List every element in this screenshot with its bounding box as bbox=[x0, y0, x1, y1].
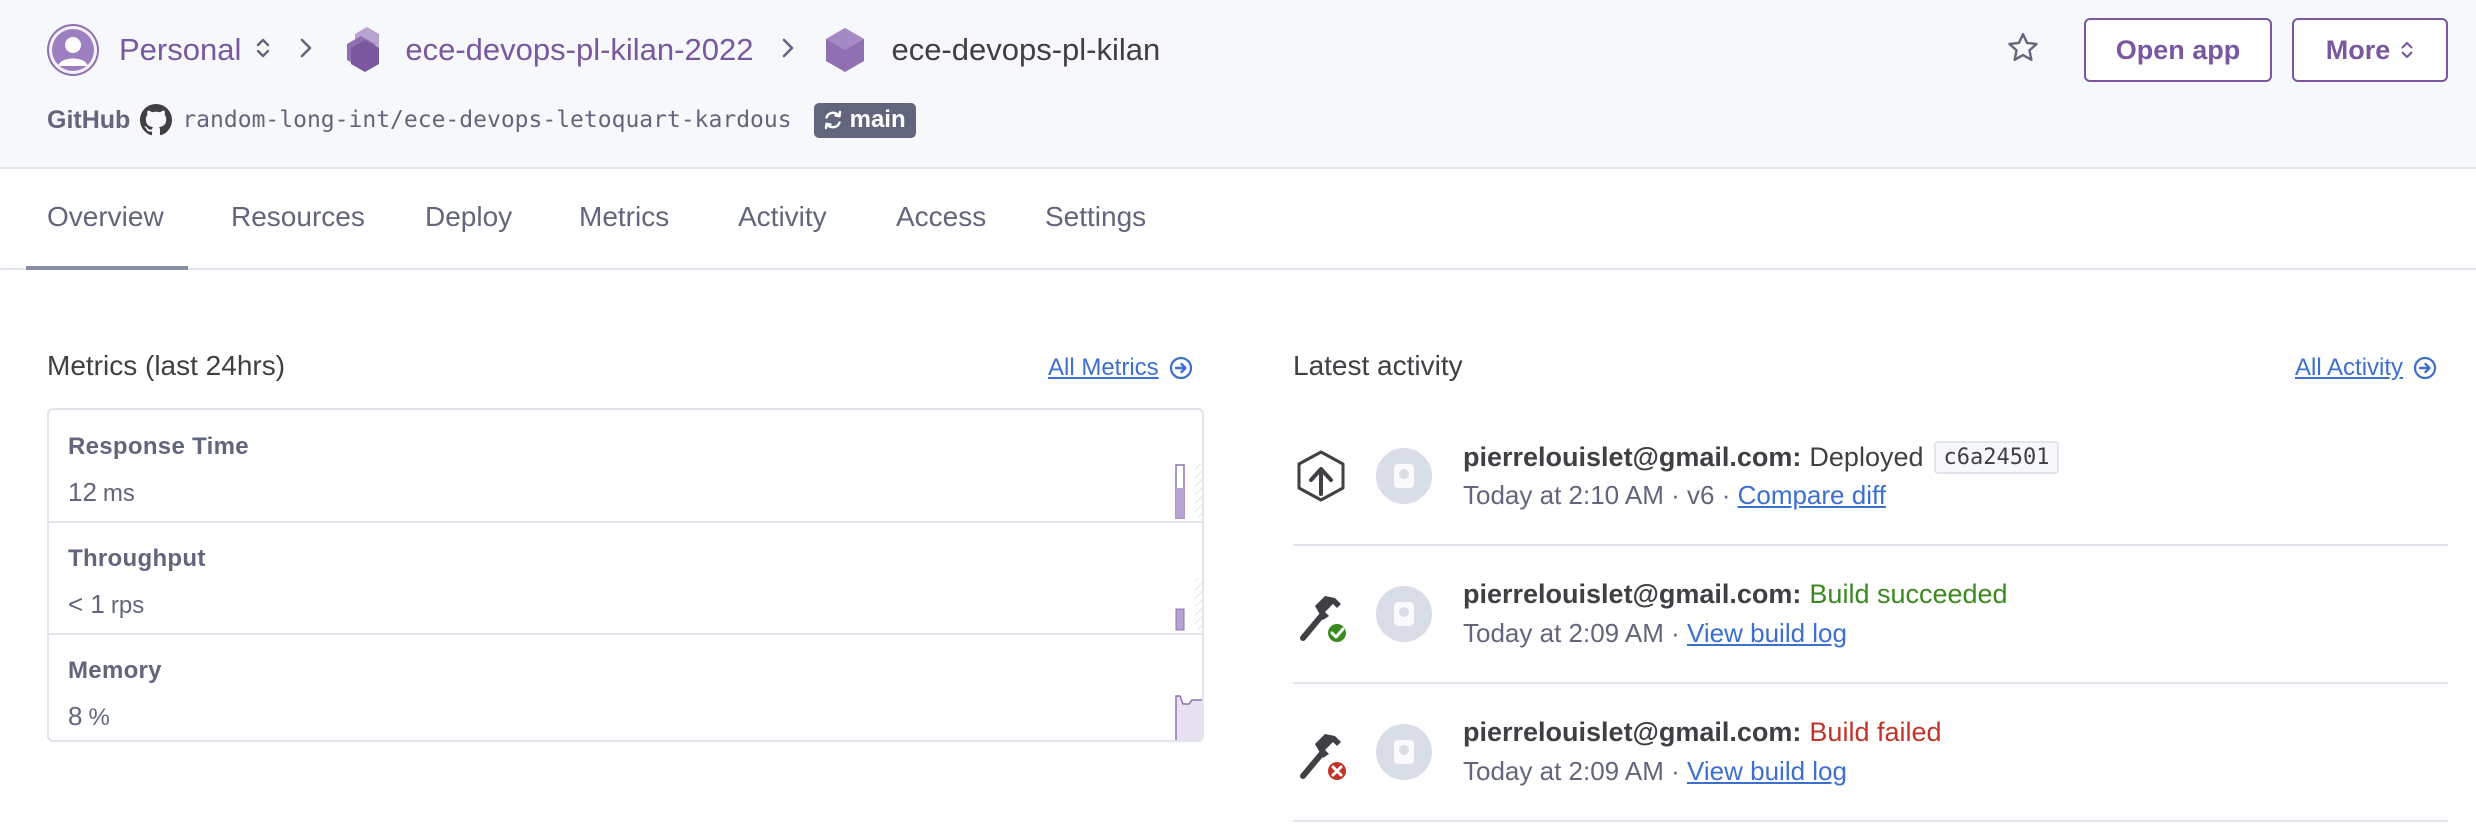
metric-response-time[interactable]: Response Time 12 ms bbox=[49, 410, 1202, 522]
metric-label: Memory bbox=[68, 657, 162, 684]
all-metrics-link[interactable]: All Metrics bbox=[1048, 354, 1193, 382]
activity-item: pierrelouislet@gmail.com: Build failed T… bbox=[1293, 684, 2448, 822]
repo-provider-label: GitHub bbox=[47, 105, 131, 134]
app-header: Personal ece-devops-pl-kilan-2022 ece-de… bbox=[0, 0, 2476, 169]
all-metrics-label[interactable]: All Metrics bbox=[1048, 354, 1159, 382]
activity-time: Today at 2:10 AM · v6 · bbox=[1463, 480, 1738, 510]
deploy-upload-icon bbox=[1297, 450, 1345, 502]
repo-name-link[interactable]: random-long-int/ece-devops-letoquart-kar… bbox=[182, 107, 791, 133]
arrow-right-circle-icon bbox=[2413, 356, 2437, 380]
metric-memory[interactable]: Memory 8% bbox=[49, 634, 1202, 740]
metric-value: 12 ms bbox=[68, 477, 135, 508]
metrics-title: Metrics (last 24hrs) bbox=[47, 350, 286, 381]
github-icon bbox=[140, 104, 173, 136]
open-app-button[interactable]: Open app bbox=[2084, 18, 2272, 82]
open-app-label: Open app bbox=[2115, 34, 2241, 65]
active-tab-indicator bbox=[26, 266, 188, 270]
activity-status: Build failed bbox=[1809, 717, 1942, 747]
arrow-right-circle-icon bbox=[1169, 356, 1192, 380]
tab-bar: Overview Resources Deploy Metrics Activi… bbox=[0, 169, 2476, 270]
activity-title: Latest activity bbox=[1293, 350, 1463, 381]
metric-unit: ms bbox=[102, 480, 135, 507]
metric-unit: % bbox=[88, 704, 110, 731]
activity-verb: Deployed bbox=[1809, 442, 1924, 472]
activity-meta: Today at 2:09 AM · View build log bbox=[1463, 756, 1847, 787]
breadcrumb: Personal ece-devops-pl-kilan-2022 ece-de… bbox=[47, 22, 1160, 78]
updown-chevron-icon bbox=[2401, 41, 2413, 59]
more-label: More bbox=[2325, 34, 2391, 65]
repo-connection: GitHub random-long-int/ece-devops-letoqu… bbox=[47, 100, 916, 140]
activity-item: pierrelouislet@gmail.com: Deployed c6a24… bbox=[1293, 408, 2448, 546]
activity-meta: Today at 2:10 AM · v6 · Compare diff bbox=[1463, 480, 1886, 511]
divider bbox=[49, 521, 1202, 523]
chevron-right-icon bbox=[781, 36, 795, 65]
throughput-sparkline bbox=[169, 578, 1202, 631]
activity-time: Today at 2:09 AM · bbox=[1463, 618, 1688, 648]
activity-time: Today at 2:09 AM · bbox=[1463, 756, 1688, 786]
tab-access[interactable]: Access bbox=[896, 169, 986, 270]
all-activity-link[interactable]: All Activity bbox=[2295, 354, 2437, 382]
pipeline-icon bbox=[347, 27, 380, 72]
tab-activity[interactable]: Activity bbox=[738, 169, 827, 270]
app-hexagon-icon bbox=[826, 28, 865, 72]
view-build-log-link[interactable]: View build log bbox=[1687, 756, 1847, 786]
metric-unit: rps bbox=[110, 592, 145, 619]
activity-user: pierrelouislet@gmail.com: bbox=[1463, 717, 1802, 747]
metric-label: Response Time bbox=[68, 433, 249, 460]
breadcrumb-account[interactable]: Personal bbox=[119, 32, 241, 68]
metric-throughput[interactable]: Throughput < 1 rps bbox=[49, 522, 1202, 634]
build-succeeded-icon bbox=[1300, 596, 1348, 644]
metric-number: < 1 bbox=[68, 589, 105, 619]
tab-deploy[interactable]: Deploy bbox=[425, 169, 512, 270]
activity-summary: pierrelouislet@gmail.com: Build succeede… bbox=[1463, 579, 2008, 610]
more-dropdown-button[interactable]: More bbox=[2292, 18, 2448, 82]
activity-user: pierrelouislet@gmail.com: bbox=[1463, 579, 1802, 609]
commit-hash: c6a24501 bbox=[1933, 441, 2060, 474]
tab-metrics[interactable]: Metrics bbox=[579, 169, 669, 270]
activity-meta: Today at 2:09 AM · View build log bbox=[1463, 618, 1847, 649]
metric-number: 12 bbox=[68, 477, 97, 507]
activity-status: Build succeeded bbox=[1809, 579, 2008, 609]
activity-user: pierrelouislet@gmail.com: bbox=[1463, 442, 1802, 472]
all-activity-label[interactable]: All Activity bbox=[2295, 354, 2403, 382]
activity-item: pierrelouislet@gmail.com: Build succeede… bbox=[1293, 546, 2448, 684]
metric-number: 8 bbox=[68, 701, 83, 731]
avatar bbox=[1376, 724, 1432, 780]
metric-value: < 1 rps bbox=[68, 589, 144, 620]
favorite-star-icon[interactable] bbox=[2005, 30, 2041, 71]
metric-value: 8% bbox=[68, 701, 110, 732]
metric-label: Throughput bbox=[68, 545, 206, 572]
personal-avatar-icon[interactable] bbox=[47, 24, 99, 76]
activity-summary: pierrelouislet@gmail.com: Deployed c6a24… bbox=[1463, 441, 2060, 474]
updown-chevron-icon[interactable] bbox=[255, 35, 271, 66]
memory-sparkline bbox=[1175, 695, 1202, 740]
compare-diff-link[interactable]: Compare diff bbox=[1738, 480, 1886, 510]
branch-badge: main bbox=[813, 102, 916, 138]
tab-resources[interactable]: Resources bbox=[231, 169, 365, 270]
sync-icon bbox=[824, 110, 841, 130]
avatar bbox=[1376, 586, 1432, 642]
breadcrumb-app[interactable]: ece-devops-pl-kilan bbox=[891, 32, 1160, 68]
tab-settings[interactable]: Settings bbox=[1045, 169, 1146, 270]
tab-overview[interactable]: Overview bbox=[47, 169, 164, 270]
metrics-card: Response Time 12 ms Throughput < 1 rps M… bbox=[47, 408, 1204, 742]
divider bbox=[49, 633, 1202, 635]
activity-summary: pierrelouislet@gmail.com: Build failed bbox=[1463, 717, 1942, 748]
response-time-sparkline bbox=[169, 464, 1202, 519]
build-failed-icon bbox=[1300, 734, 1348, 782]
view-build-log-link[interactable]: View build log bbox=[1687, 618, 1847, 648]
avatar bbox=[1376, 448, 1432, 504]
chevron-right-icon bbox=[299, 36, 313, 65]
breadcrumb-pipeline[interactable]: ece-devops-pl-kilan-2022 bbox=[405, 32, 753, 68]
branch-name: main bbox=[849, 106, 906, 133]
